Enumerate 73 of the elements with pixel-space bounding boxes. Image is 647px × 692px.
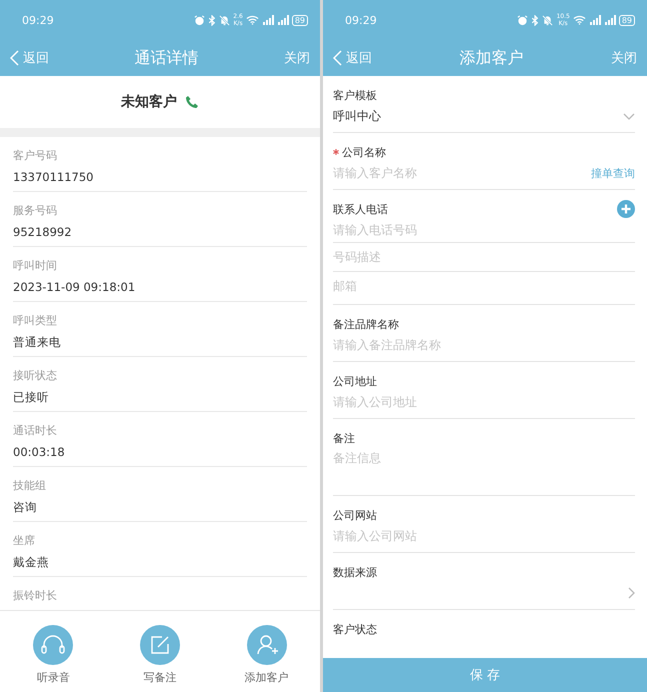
select-value[interactable]: 呼叫中心	[333, 108, 381, 124]
field-label: 数据来源	[333, 564, 378, 580]
field-label: 备注品牌名称	[333, 316, 400, 332]
field-value: 95218992	[13, 224, 73, 241]
phone-icon[interactable]	[185, 95, 199, 109]
alarm-icon	[517, 14, 528, 26]
save-button[interactable]: 保 存	[323, 658, 647, 692]
field-value: 13370111750	[13, 169, 94, 186]
signal-icon	[262, 15, 274, 25]
field-label: 服务号码	[13, 203, 58, 219]
battery-indicator: 89	[618, 14, 635, 26]
alarm-icon	[194, 14, 206, 26]
action-button[interactable]	[33, 625, 74, 665]
input-field[interactable]: 请输入公司网站	[333, 529, 635, 543]
signal-icon	[588, 15, 601, 25]
field-value: 普通来电	[13, 334, 62, 351]
back-icon	[333, 50, 342, 66]
field-value: 00:03:18	[13, 444, 66, 461]
bell-off-icon	[219, 14, 230, 26]
field-label: 公司地址	[333, 374, 378, 388]
field-label: 客户模板	[333, 88, 378, 102]
headphones-icon	[41, 634, 66, 656]
field-label: 公司名称	[342, 144, 387, 160]
action-button[interactable]	[246, 625, 287, 665]
close-button[interactable]: 关闭	[282, 47, 312, 69]
action-label: 写备注	[143, 670, 176, 685]
input-field[interactable]: 请输入公司地址	[333, 395, 635, 409]
query-link[interactable]: 撞单查询	[591, 166, 635, 180]
action-button[interactable]	[140, 625, 180, 665]
field-label: 坐席	[13, 533, 36, 549]
signal-icon	[604, 15, 616, 25]
input-field[interactable]: 邮箱	[333, 279, 635, 293]
close-button[interactable]: 关闭	[609, 47, 639, 69]
bluetooth-icon	[208, 14, 216, 26]
input-field[interactable]: 请输入备注品牌名称	[333, 338, 635, 352]
field-label: 备注	[333, 430, 356, 446]
field-label: 呼叫类型	[13, 313, 58, 329]
add-icon[interactable]	[617, 200, 635, 218]
back-button[interactable]: 返回	[331, 47, 374, 69]
input-field[interactable]: 请输入客户名称	[333, 166, 591, 180]
bell-off-icon	[542, 14, 554, 26]
field-label: 客户号码	[13, 148, 58, 164]
page-title: 通话详情	[134, 48, 198, 68]
field-label: 呼叫时间	[13, 258, 58, 274]
wifi-icon	[246, 15, 259, 25]
field-label: 通话时长	[13, 423, 58, 439]
add-user-icon	[254, 634, 279, 656]
bluetooth-icon	[531, 14, 540, 26]
field-value: 戴金燕	[13, 554, 50, 571]
field-label: 客户状态	[333, 622, 378, 636]
action-label: 添加客户	[244, 670, 289, 685]
field-label: 技能组	[13, 478, 47, 494]
back-button[interactable]: 返回	[8, 47, 51, 69]
field-label: 接听状态	[13, 368, 58, 384]
status-time: 09:29	[22, 14, 54, 26]
wifi-icon	[572, 15, 586, 25]
battery-indicator: 89	[292, 14, 308, 26]
status-time: 09:29	[345, 14, 377, 26]
field-value: 咨询	[13, 499, 38, 516]
back-icon	[10, 50, 19, 66]
caller-name: 未知客户	[121, 93, 177, 111]
chevron-right-icon[interactable]	[628, 587, 635, 599]
field-value: 2023-11-09 09:18:01	[13, 279, 136, 296]
chevron-down-icon	[623, 112, 635, 120]
field-label: 联系人电话	[333, 202, 389, 216]
input-field[interactable]: 号码描述	[333, 250, 635, 264]
page-title: 添加客户	[460, 48, 524, 68]
field-label: 振铃时长	[13, 588, 58, 604]
action-label: 听录音	[36, 670, 70, 685]
input-field[interactable]: 请输入电话号码	[333, 223, 635, 237]
field-label: 公司网站	[333, 508, 378, 522]
signal-icon	[276, 15, 289, 25]
field-value: 已接听	[13, 389, 50, 406]
